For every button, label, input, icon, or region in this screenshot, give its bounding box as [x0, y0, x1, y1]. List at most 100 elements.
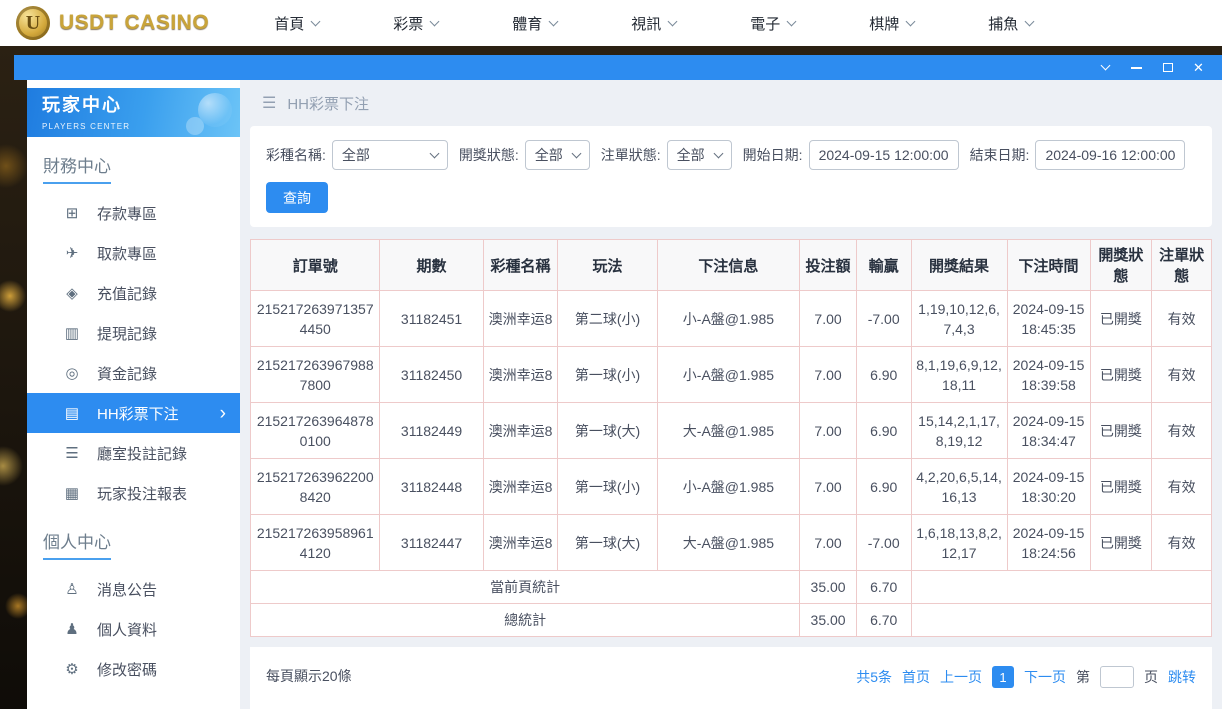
sidebar-item-label: 資金記錄: [97, 363, 157, 384]
nav-item-lottery[interactable]: 彩票: [356, 0, 475, 46]
column-header: 玩法: [558, 240, 657, 291]
nav-item-label: 視訊: [631, 13, 661, 34]
table-cell: 有效: [1152, 515, 1212, 571]
profile-icon: ♟: [63, 620, 81, 638]
sidebar-item-announcements[interactable]: ♙消息公告: [27, 569, 240, 609]
coin-icon: U: [16, 6, 50, 40]
brand-name: USDT CASINO: [59, 11, 209, 35]
summary-bet-total-cell: 35.00: [800, 604, 857, 637]
sidebar-subtitle: PLAYERS CENTER: [42, 122, 130, 131]
search-button[interactable]: 查詢: [266, 182, 328, 213]
select-value: 全部: [342, 145, 370, 165]
filter-group: 注單狀態: 全部: [601, 140, 732, 170]
sidebar-item-label: 提現記錄: [97, 323, 157, 344]
pagination: 共5条 首页 上一页 1 下一页 第 页 跳转: [856, 666, 1196, 688]
sidebar: 玩家中心 PLAYERS CENTER 財務中心⊞存款專區✈取款專區◈充值記錄▥…: [27, 80, 240, 709]
nav-item-home[interactable]: 首頁: [237, 0, 356, 46]
sidebar-item-label: HH彩票下注: [97, 403, 179, 424]
table-cell: 大-A盤@1.985: [657, 403, 800, 459]
sidebar-item-profile[interactable]: ♟個人資料: [27, 609, 240, 649]
chevron-down-icon: [430, 16, 440, 26]
sidebar-item-player-bet-report[interactable]: ▦玩家投注報表: [27, 473, 240, 513]
filter-label: 彩種名稱:: [266, 145, 326, 165]
brand-logo[interactable]: U USDT CASINO: [16, 6, 209, 40]
nav-item-slots[interactable]: 電子: [713, 0, 832, 46]
lottery-name-select[interactable]: 全部: [332, 140, 448, 170]
table-cell: 第一球(小): [558, 347, 657, 403]
sidebar-item-hall-bet-records[interactable]: ☰廳室投註記錄: [27, 433, 240, 473]
nav-item-board-games[interactable]: 棋牌: [832, 0, 951, 46]
column-header: 注單狀態: [1152, 240, 1212, 291]
window-minimize-button[interactable]: [1121, 55, 1152, 80]
lottery-bets-icon: ▤: [63, 404, 81, 422]
sidebar-item-change-password[interactable]: ⚙修改密碼: [27, 649, 240, 689]
nav-item-sports[interactable]: 體育: [475, 0, 594, 46]
end-date-input[interactable]: [1035, 140, 1185, 170]
table-cell: 已開獎: [1090, 515, 1152, 571]
withdraw-icon: ✈: [63, 244, 81, 262]
first-page-link[interactable]: 首页: [902, 667, 930, 687]
current-page-button[interactable]: 1: [992, 666, 1014, 688]
chevron-right-icon: ›: [220, 404, 226, 423]
table-cell: 1,6,18,13,8,2,12,17: [911, 515, 1007, 571]
chevron-down-icon: [1101, 61, 1111, 71]
filter-group: 彩種名稱: 全部: [266, 140, 448, 170]
table-cell: 已開獎: [1090, 291, 1152, 347]
sidebar-item-funds-record[interactable]: ◎資金記錄: [27, 353, 240, 393]
sidebar-item-deposit[interactable]: ⊞存款專區: [27, 193, 240, 233]
table-cell: 6.90: [856, 403, 911, 459]
table-cell: 1,19,10,12,6,7,4,3: [911, 291, 1007, 347]
table-cell: 已開獎: [1090, 403, 1152, 459]
jump-page-input[interactable]: [1100, 666, 1134, 688]
chevron-down-icon: [668, 16, 678, 26]
prev-page-link[interactable]: 上一页: [940, 667, 982, 687]
dice-decoration-icon: [198, 93, 232, 127]
column-header: 輸贏: [856, 240, 911, 291]
desktop-background: ✕ 玩家中心 PLAYERS CENTER 財務中心⊞存款專區✈取款專區◈充值記…: [0, 46, 1222, 709]
table-cell: -7.00: [856, 515, 911, 571]
table-cell: 有效: [1152, 291, 1212, 347]
window-close-button[interactable]: ✕: [1183, 55, 1214, 80]
start-date-input[interactable]: [809, 140, 959, 170]
table-cell: 7.00: [800, 515, 857, 571]
chevron-down-icon: [1025, 16, 1035, 26]
table-row: 215217263967988780031182450澳洲幸运8第一球(小)小-…: [251, 347, 1212, 403]
nav-item-fishing[interactable]: 捕魚: [951, 0, 1070, 46]
filter-group: 結束日期:: [970, 140, 1186, 170]
breadcrumb: ☰ HH彩票下注: [250, 80, 1212, 126]
sidebar-item-cashout-record[interactable]: ▥提現記錄: [27, 313, 240, 353]
column-header: 開獎結果: [911, 240, 1007, 291]
jump-button[interactable]: 跳转: [1168, 667, 1196, 687]
sidebar-item-recharge-record[interactable]: ◈充值記錄: [27, 273, 240, 313]
summary-row: 當前頁統計35.006.70: [251, 571, 1212, 604]
table-cell: 有效: [1152, 403, 1212, 459]
hamburger-icon[interactable]: ☰: [262, 93, 276, 113]
column-header: 投注額: [800, 240, 857, 291]
table-cell: 2024-09-15 18:30:20: [1007, 459, 1090, 515]
summary-winloss-total-cell: 6.70: [856, 604, 911, 637]
sidebar-item-hh-lottery-bets[interactable]: ▤ HH彩票下注 ›: [27, 393, 240, 433]
next-page-link[interactable]: 下一页: [1024, 667, 1066, 687]
window-collapse-button[interactable]: [1090, 55, 1121, 80]
summary-bet-total-cell: 35.00: [800, 571, 857, 604]
nav-item-live-video[interactable]: 視訊: [594, 0, 713, 46]
topnav-menu: 首頁彩票體育 視訊 電子棋牌捕魚: [237, 0, 1070, 46]
table-cell: 8,1,19,6,9,12,18,11: [911, 347, 1007, 403]
table-cell: 2152172639622008420: [251, 459, 380, 515]
order-status-select[interactable]: 全部: [667, 140, 732, 170]
table-cell: 7.00: [800, 403, 857, 459]
window-titlebar: ✕: [14, 55, 1222, 80]
column-header: 彩種名稱: [483, 240, 558, 291]
table-cell: 7.00: [800, 347, 857, 403]
column-header: 訂單號: [251, 240, 380, 291]
draw-status-select[interactable]: 全部: [525, 140, 590, 170]
section-label-text: 代理中心: [43, 704, 111, 709]
section-label-text: 財務中心: [43, 152, 111, 184]
announcement-icon: ♙: [63, 580, 81, 598]
sidebar-item-withdraw[interactable]: ✈取款專區: [27, 233, 240, 273]
table-cell: 有效: [1152, 459, 1212, 515]
table-cell: 31182450: [380, 347, 483, 403]
table-cell: 4,2,20,6,5,14,16,13: [911, 459, 1007, 515]
window-maximize-button[interactable]: [1152, 55, 1183, 80]
filter-label: 注單狀態:: [601, 145, 661, 165]
